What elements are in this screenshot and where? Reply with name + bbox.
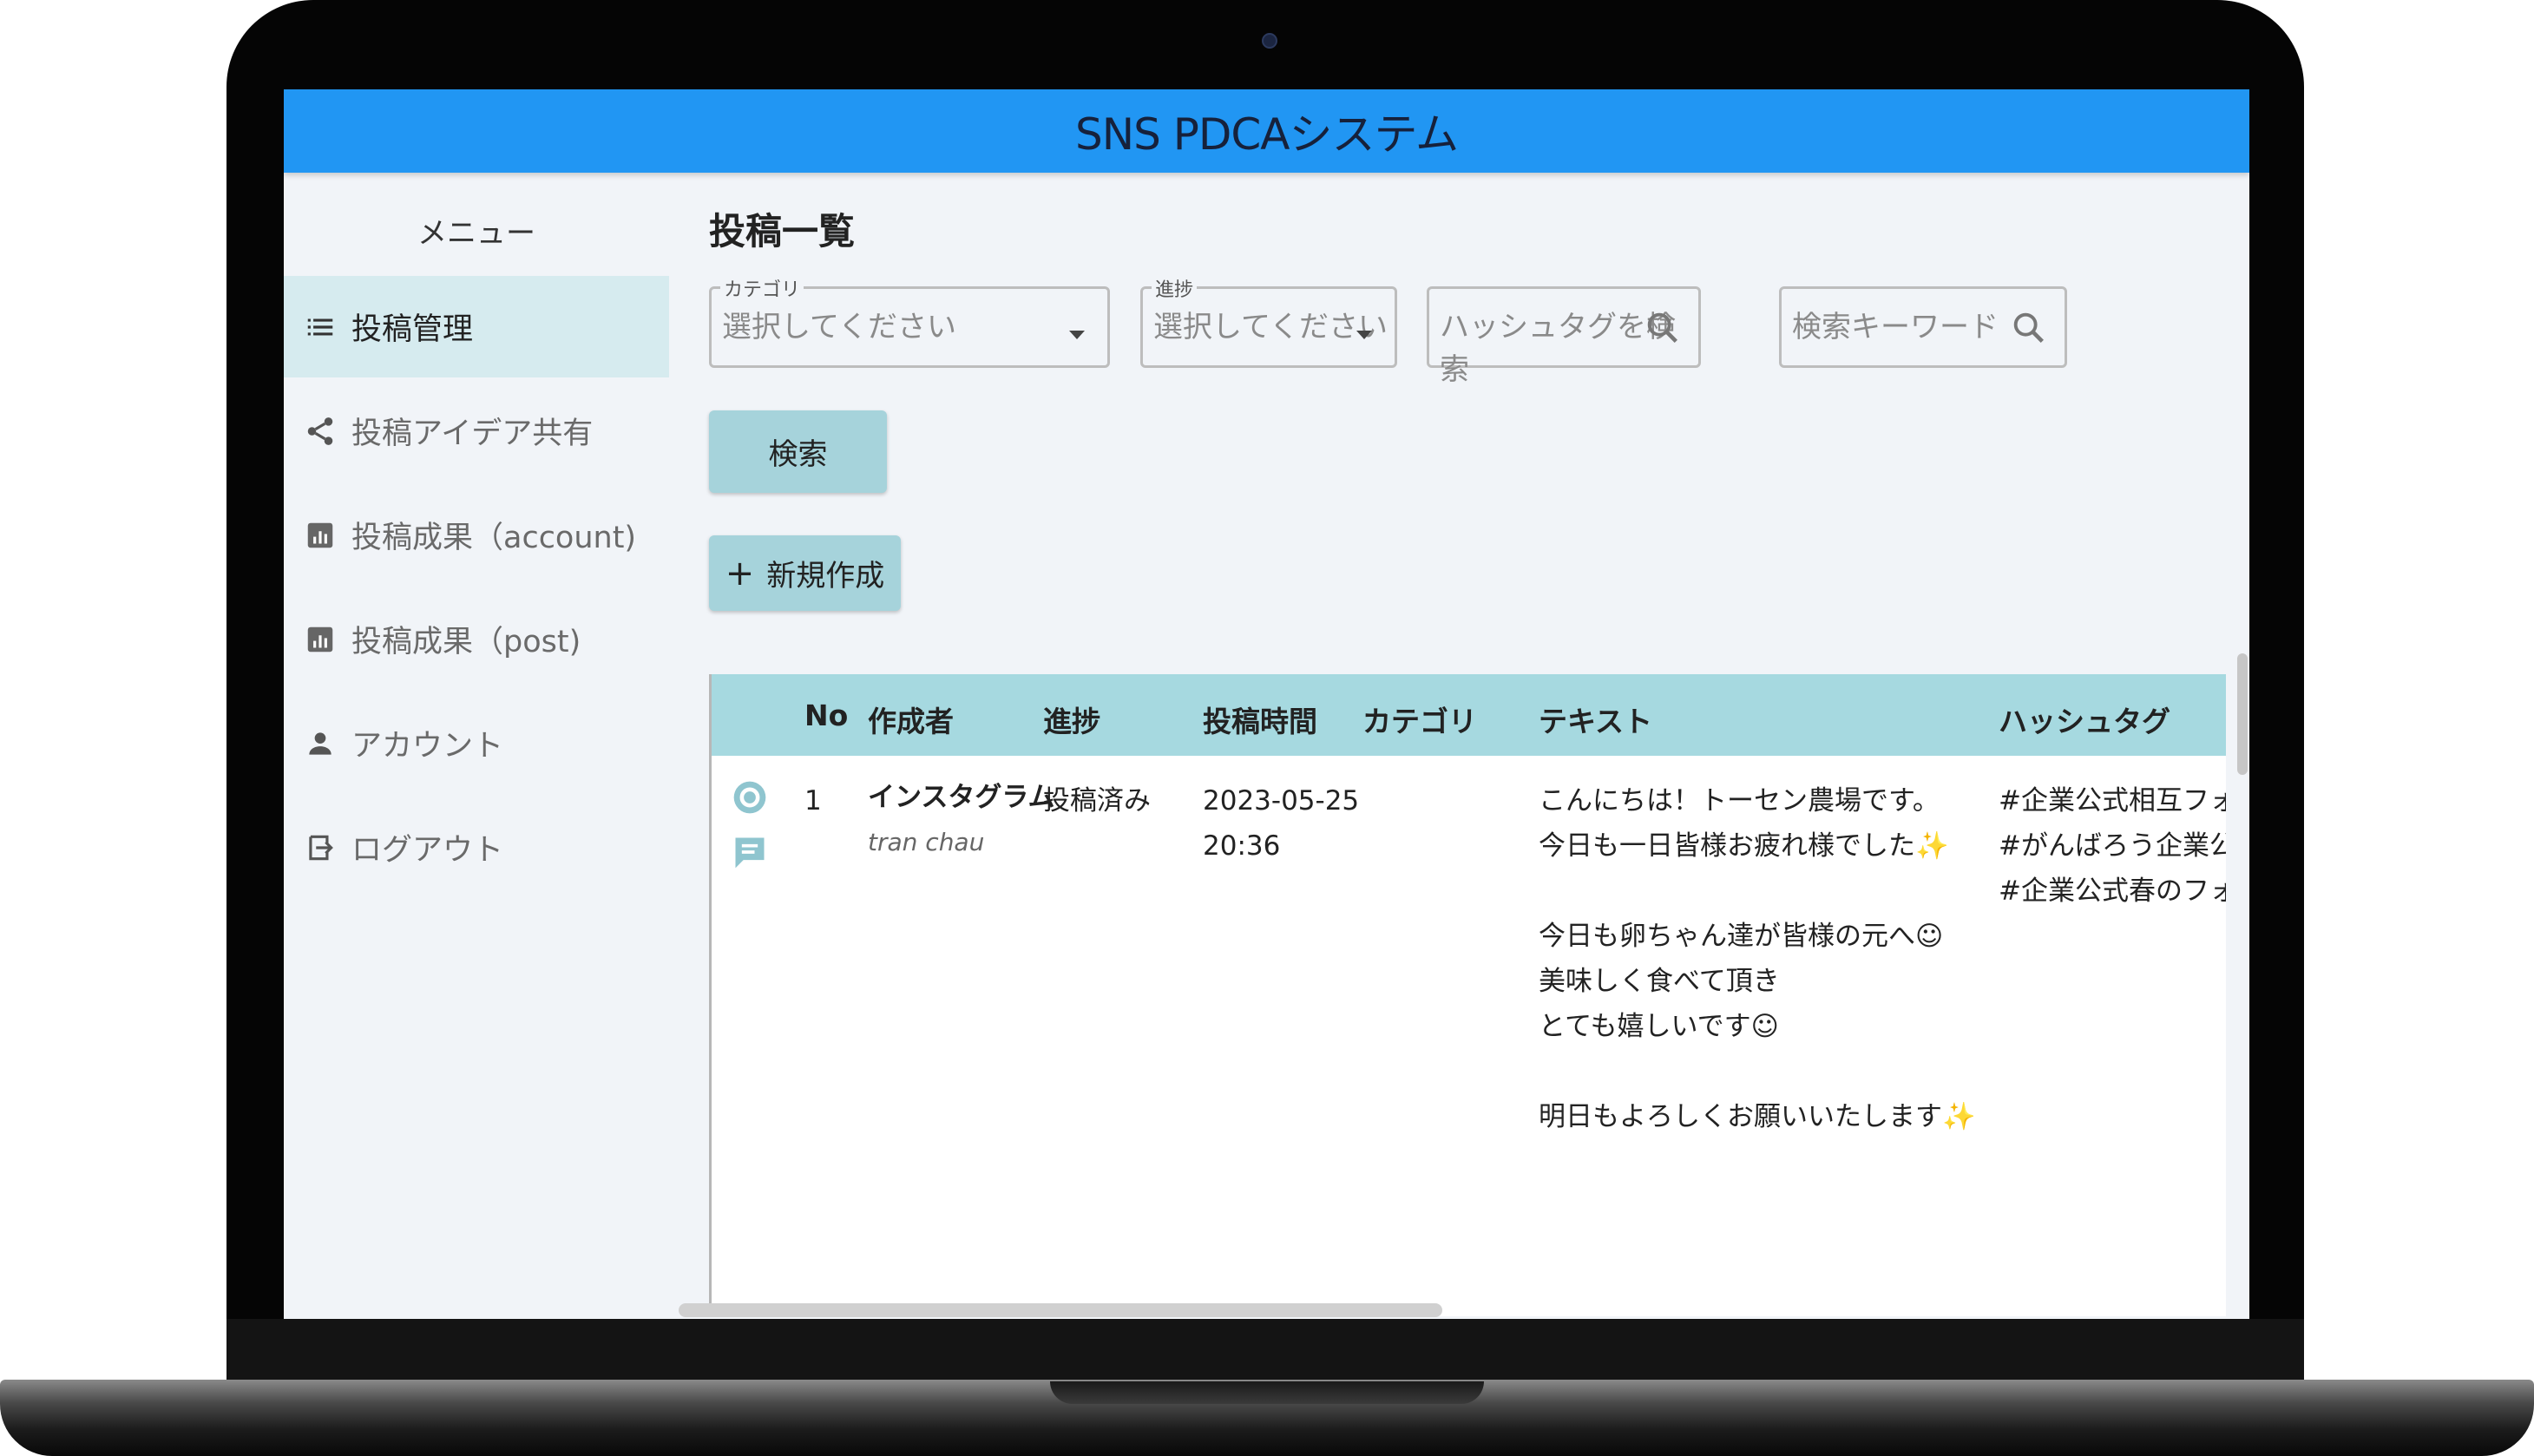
sidebar-item-idea-share[interactable]: 投稿アイデア共有 [284,380,669,482]
new-post-button[interactable]: + 新規作成 [709,535,901,611]
new-post-button-label: 新規作成 [766,559,885,594]
list-icon [303,310,338,344]
column-header-author[interactable]: 作成者 [868,698,954,740]
page-title: 投稿一覧 [709,210,856,253]
progress-select-label: 進捗 [1152,274,1198,302]
bar-chart-icon [303,622,338,657]
sidebar-item-account[interactable]: アカウント [284,692,669,794]
text-line: 今日も一日皆様お疲れ様でした✨ [1539,830,1949,862]
sidebar-item-label: アカウント [351,729,504,764]
column-header-no[interactable]: No [804,698,848,732]
app-title: SNS PDCAシステム [1074,109,1459,160]
text-line: とても嬉しいです☺ [1539,1011,1779,1042]
sidebar-item-label: 投稿成果（post) [351,625,581,659]
menu-title: メニュー [417,216,535,251]
cell-post-date: 2023-05-25 [1203,785,1360,817]
text-line: 今日も卵ちゃん達が皆様の元へ☺ [1539,921,1944,952]
column-header-category[interactable]: カテゴリ [1362,698,1477,740]
category-select[interactable]: カテゴリ 選択してください [709,274,1110,368]
camera-icon [1262,33,1277,49]
cell-author: インスタグラム [868,782,1055,813]
keyword-search-input[interactable]: 検索キーワード [1779,286,2067,368]
bar-chart-icon [303,518,338,553]
sidebar-item-label: 投稿アイデア共有 [351,416,594,451]
laptop-notch [1050,1381,1484,1404]
search-button[interactable]: 検索 [709,410,887,493]
sidebar-item-label: ログアウト [351,833,504,868]
column-header-post-time[interactable]: 投稿時間 [1203,698,1317,740]
vertical-scrollbar[interactable] [2237,653,2248,775]
chevron-down-icon [1069,331,1085,339]
progress-select[interactable]: 進捗 選択してください [1140,274,1397,368]
cell-progress: 投稿済み [1043,785,1151,817]
text-line: 美味しく食べて頂き [1539,966,1780,997]
cell-no: 1 [804,785,822,817]
plus-icon: + [725,553,755,594]
text-line [1539,1049,1976,1094]
hashtag: #がんばろう企業公式 [1999,830,2226,862]
cell-post-time: 20:36 [1203,830,1281,862]
sidebar-item-label: 投稿管理 [351,312,474,347]
sidebar-item-label: 投稿成果（account) [351,521,637,555]
category-select-value: 選択してください [722,310,956,344]
eye-icon[interactable] [731,778,769,817]
keyword-search-placeholder: 検索キーワード [1792,310,1999,344]
text-line: 明日もよろしくお願いいたします✨ [1539,1101,1976,1132]
chevron-down-icon [1356,331,1372,339]
search-icon [2013,312,2044,343]
hashtag: #企業公式春のフォロ [1999,876,2226,907]
search-icon [1647,312,1677,343]
column-header-hashtag[interactable]: ハッシュタグ [1999,698,2170,740]
category-select-label: カテゴリ [720,274,804,302]
column-header-progress[interactable]: 進捗 [1043,698,1100,740]
sidebar-item-results-post[interactable]: 投稿成果（post) [284,588,669,690]
text-line [1539,869,1976,914]
hashtag-search-input[interactable]: ハッシュタグを検索 [1427,286,1701,387]
person-icon [303,726,338,761]
laptop-bezel [226,1319,2304,1380]
progress-select-value: 選択してください [1153,310,1388,344]
sidebar-item-logout[interactable]: ログアウト [284,797,669,898]
share-icon [303,414,338,449]
cell-text: こんにちは！トーセン農場です。 今日も一日皆様お疲れ様でした✨ 今日も卵ちゃん達… [1539,778,1976,1139]
text-line: こんにちは！トーセン農場です。 [1539,785,1940,817]
logout-icon [303,830,338,865]
app-header: SNS PDCAシステム [284,89,2249,173]
column-header-text[interactable]: テキスト [1539,698,1652,740]
sidebar-item-results-account[interactable]: 投稿成果（account) [284,484,669,586]
cell-hashtags: #企業公式相互フォロ #がんばろう企業公式 #企業公式春のフォロ [1999,778,2226,914]
cell-author-sub: tran chau [868,828,985,856]
horizontal-scrollbar[interactable] [679,1303,1442,1317]
hashtag: #企業公式相互フォロ [1999,785,2226,817]
search-button-label: 検索 [768,437,828,472]
posts-table: No 作成者 進捗 投稿時間 カテゴリ テキスト ハッシュタグ 1 インスタグラ… [709,674,2226,1316]
comment-icon[interactable] [731,833,769,871]
sidebar-item-post-management[interactable]: 投稿管理 [284,276,669,377]
table-header: No 作成者 進捗 投稿時間 カテゴリ テキスト ハッシュタグ [712,674,2226,756]
screen: SNS PDCAシステム メニュー 投稿管理 投稿アイデア共有 投稿成果（acc… [284,89,2249,1319]
